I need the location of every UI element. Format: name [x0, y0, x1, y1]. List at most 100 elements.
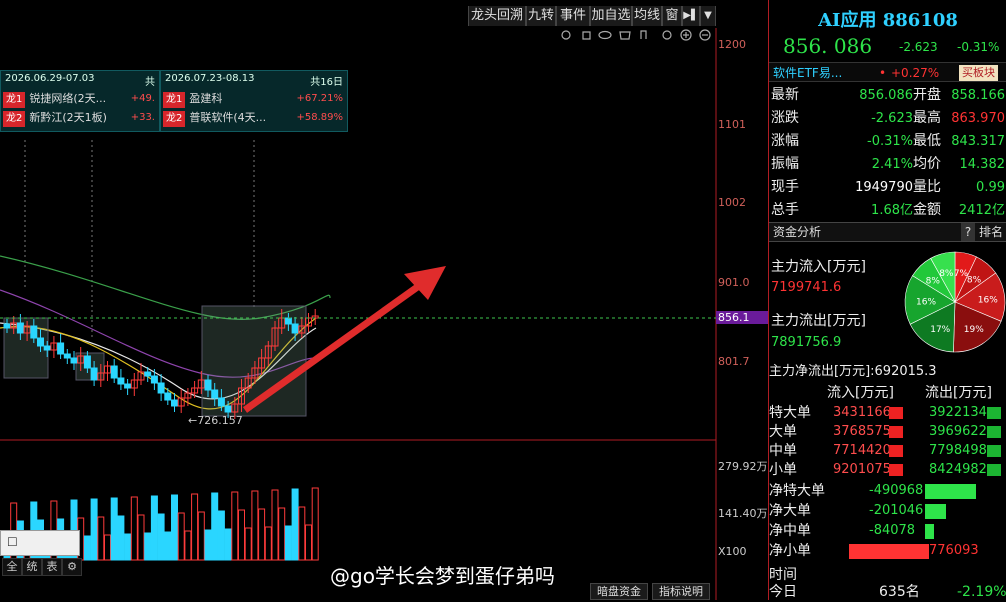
- quote-label: 量比: [913, 179, 941, 195]
- price-change: -2.623: [899, 40, 938, 54]
- inflow-value: 7714420: [833, 443, 891, 458]
- main-outflow-value: 7891756.9: [771, 335, 842, 350]
- quote-value: 0.99: [976, 180, 1005, 195]
- etf-name[interactable]: 软件ETF易...: [773, 63, 842, 83]
- ribbon-row[interactable]: 龙1 盈建科 +67.21%: [163, 91, 347, 108]
- candle: [30, 325, 38, 339]
- candle: [3, 323, 11, 329]
- pie-slice-label: 19%: [964, 325, 984, 335]
- stock-name: 新黔江(2天1板): [29, 111, 107, 124]
- tab-indicator-help[interactable]: 指标说明: [652, 583, 710, 600]
- ribbon-row[interactable]: 龙1 锐捷网络(2天... +49.: [3, 91, 159, 108]
- magnifier-icon[interactable]: [662, 30, 672, 40]
- mini-popup[interactable]: ☐: [0, 530, 80, 556]
- candle: [43, 345, 51, 351]
- volume-bar: [278, 507, 286, 561]
- basket-icon[interactable]: [619, 31, 631, 40]
- price-tick: 1101: [718, 118, 746, 131]
- candle: [63, 353, 71, 359]
- tab-moving-average[interactable]: 均线: [632, 6, 662, 26]
- stock-pct: +49.: [130, 93, 155, 104]
- quote-label: 涨幅: [771, 133, 799, 149]
- candle: [157, 382, 165, 394]
- candle: [144, 371, 152, 377]
- quote-label: 总手: [771, 202, 799, 218]
- flow-row: 大单 3768575 3969622: [769, 423, 1006, 441]
- ribbon-total: 共16日: [310, 77, 343, 88]
- current-price-tag: 856.1: [716, 311, 768, 324]
- pie-slice-label: 8%: [926, 277, 941, 287]
- pie-slice-label: 16%: [978, 296, 998, 306]
- fund-analysis-label: 资金分析: [773, 225, 822, 239]
- net-flow-row: 净小单 776093: [769, 541, 1006, 561]
- volume-bar: [258, 508, 266, 561]
- ribbon-range: 2026.07.23-08.13: [165, 73, 255, 84]
- ribbon-row[interactable]: 龙2 新黔江(2天1板) +33.: [3, 110, 159, 127]
- quote-row: 涨跌 -2.623 最高 863.970: [769, 107, 1006, 130]
- tab-leader-backtrack[interactable]: 龙头回溯: [468, 6, 526, 26]
- tab-stats[interactable]: 统: [22, 558, 42, 576]
- chart-toolbar: 龙头回溯 九转 事件 加自选 均线 窗 ▶▌ ▼: [0, 0, 716, 28]
- quote-label: 涨跌: [771, 110, 799, 126]
- tab-nine-turn[interactable]: 九转: [526, 6, 556, 26]
- tab-table[interactable]: 表: [42, 558, 62, 576]
- related-etf[interactable]: 软件ETF易... • +0.27% 买板块: [769, 62, 1006, 82]
- leader-ribbon-2[interactable]: 2026.07.23-08.13 共16日 龙1 盈建科 +67.21% 龙2 普联…: [160, 70, 348, 132]
- price-change-pct: -0.31%: [957, 40, 1000, 54]
- eye-icon[interactable]: [598, 30, 612, 40]
- quote-value: 2.41%: [871, 157, 913, 172]
- net-flow-label: 净大单: [769, 503, 811, 519]
- inflow-bar: [889, 407, 903, 419]
- help-icon[interactable]: ?: [961, 223, 975, 241]
- candle: [70, 357, 78, 364]
- stock-pct: +58.89%: [296, 112, 343, 123]
- volume-bar: [104, 534, 111, 561]
- quote-value: -2.623: [871, 111, 913, 126]
- tab-all[interactable]: 全: [2, 558, 22, 576]
- ribbon-row[interactable]: 龙2 普联软件(4天... +58.89%: [163, 110, 347, 127]
- quote-label: 振幅: [771, 156, 799, 172]
- candle: [217, 397, 225, 407]
- volume-bar: [83, 535, 91, 561]
- net-flow-label: 净小单: [769, 543, 811, 559]
- flow-row: 小单 9201075 8424982: [769, 461, 1006, 479]
- quote-value: 1.68亿: [871, 203, 913, 218]
- candle: [150, 375, 158, 384]
- settings-icon[interactable]: [561, 30, 571, 40]
- collapse-icon[interactable]: ▶▌: [682, 6, 700, 26]
- volume-bar: [271, 489, 279, 561]
- quote-row: 振幅 2.41% 均价 14.382: [769, 153, 1006, 176]
- volume-bar: [157, 513, 165, 561]
- pie-slice-label: 8%: [967, 275, 982, 285]
- net-flow-bar: [925, 504, 946, 519]
- fund-flow-pie: 7%8%16%19%17%16%8%8%: [904, 251, 1006, 353]
- stock-name: 普联软件(4天...: [189, 111, 267, 124]
- volume-bar: [117, 515, 125, 561]
- quote-row: 涨幅 -0.31% 最低 843.317: [769, 130, 1006, 153]
- gear-icon[interactable]: ⚙: [62, 558, 82, 576]
- net-flow-value: -490968: [869, 483, 924, 498]
- fund-analysis-header: 资金分析 ? 排名: [769, 222, 1006, 242]
- volume-bar: [164, 531, 172, 561]
- leader-ribbon-1[interactable]: 2026.06.29-07.03 共 龙1 锐捷网络(2天... +49. 龙2 新…: [0, 70, 160, 132]
- tab-events[interactable]: 事件: [556, 6, 590, 26]
- volume-bar: [211, 492, 219, 561]
- candle: [83, 355, 91, 369]
- buy-sector-button[interactable]: 买板块: [959, 65, 998, 81]
- candle: [204, 379, 212, 391]
- quote-value: 843.317: [951, 134, 1005, 149]
- tab-dark-pool[interactable]: 暗盘资金: [590, 583, 648, 600]
- rank-button[interactable]: 排名: [979, 223, 1003, 241]
- quote-label: 最新: [771, 87, 799, 103]
- candle: [124, 383, 132, 389]
- price-tick: 801.7: [718, 355, 750, 368]
- today-label: 今日: [769, 584, 797, 600]
- checkbox-icon[interactable]: ☐: [7, 535, 18, 549]
- copy-icon[interactable]: [582, 31, 591, 40]
- dropdown-icon[interactable]: ▼: [700, 6, 716, 26]
- candle: [37, 337, 44, 347]
- hand-icon[interactable]: [640, 30, 647, 39]
- window-button[interactable]: 窗: [662, 6, 682, 26]
- add-watchlist-button[interactable]: 加自选: [590, 6, 632, 26]
- inflow-bar: [889, 445, 903, 457]
